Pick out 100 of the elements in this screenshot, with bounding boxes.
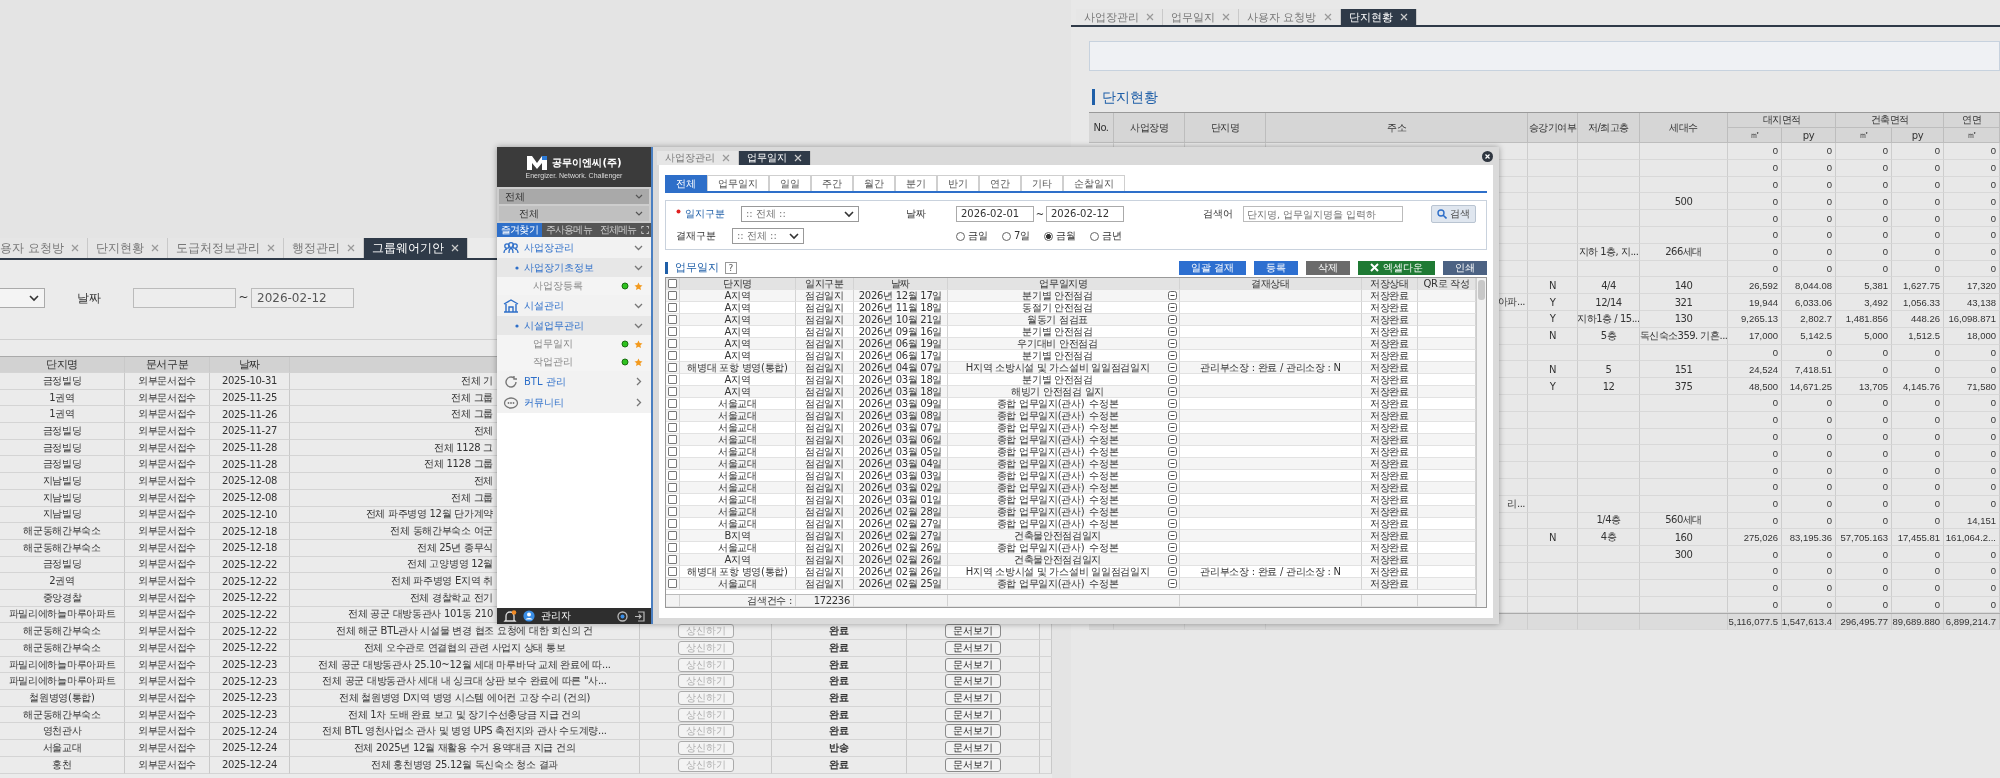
menu-item[interactable]: BTL 관리 bbox=[497, 371, 651, 392]
checkbox[interactable] bbox=[668, 315, 677, 324]
menu-tab[interactable]: 주사용메뉴 bbox=[541, 223, 596, 237]
minus-square-icon[interactable] bbox=[1168, 351, 1177, 360]
minus-square-icon[interactable] bbox=[1168, 375, 1177, 384]
menu-item[interactable]: 작업관리 bbox=[497, 353, 651, 371]
close-icon[interactable] bbox=[794, 154, 802, 162]
minus-square-icon[interactable] bbox=[1168, 483, 1177, 492]
select-field[interactable]: 전체 bbox=[499, 189, 649, 204]
view-button[interactable]: 문서보기 bbox=[945, 674, 1001, 689]
select-field[interactable]: 전체 bbox=[499, 206, 649, 221]
checkbox[interactable] bbox=[668, 531, 677, 540]
tab[interactable]: 업무일지 bbox=[739, 151, 811, 165]
help-button[interactable]: ? bbox=[725, 261, 737, 274]
menu-item[interactable]: 시설관리 bbox=[497, 295, 651, 316]
tab[interactable]: 전체 bbox=[665, 175, 707, 191]
menu-tab[interactable]: 전체메뉴 bbox=[595, 223, 641, 237]
checkbox[interactable] bbox=[668, 459, 677, 468]
scrollbar[interactable] bbox=[1476, 278, 1486, 607]
checkbox[interactable] bbox=[668, 423, 677, 432]
logout-icon[interactable] bbox=[634, 610, 645, 622]
minus-square-icon[interactable] bbox=[1168, 387, 1177, 396]
star-icon[interactable] bbox=[634, 339, 643, 349]
view-button[interactable]: 문서보기 bbox=[945, 624, 1001, 639]
action-button[interactable]: 엑셀다운 bbox=[1358, 260, 1435, 275]
checkbox[interactable] bbox=[668, 327, 677, 336]
menu-item[interactable]: 사업장등록 bbox=[497, 277, 651, 295]
view-button[interactable]: 문서보기 bbox=[945, 657, 1001, 672]
tab[interactable]: 행정관리 bbox=[283, 238, 364, 258]
checkbox[interactable] bbox=[668, 543, 677, 552]
checkbox[interactable] bbox=[668, 351, 677, 360]
select-field[interactable] bbox=[0, 288, 45, 308]
checkbox[interactable] bbox=[668, 435, 677, 444]
checkbox[interactable] bbox=[668, 279, 677, 288]
tab[interactable]: 도급처정보관리 bbox=[167, 238, 284, 258]
minus-square-icon[interactable] bbox=[1168, 495, 1177, 504]
tab[interactable]: 반기 bbox=[937, 175, 979, 191]
tab[interactable]: 기타 bbox=[1021, 175, 1063, 191]
checkbox[interactable] bbox=[668, 399, 677, 408]
checkbox[interactable] bbox=[668, 303, 677, 312]
view-button[interactable]: 문서보기 bbox=[945, 724, 1001, 739]
action-button[interactable]: 인쇄 bbox=[1443, 260, 1487, 275]
checkbox[interactable] bbox=[668, 519, 677, 528]
menu-item[interactable]: 사업장기초정보 bbox=[497, 258, 651, 277]
view-button[interactable]: 문서보기 bbox=[945, 757, 1001, 772]
search-button[interactable]: 검색 bbox=[1431, 205, 1476, 223]
checkbox[interactable] bbox=[668, 339, 677, 348]
date-field[interactable]: 2026-02-12 bbox=[251, 288, 354, 308]
radio-button[interactable] bbox=[1090, 231, 1100, 241]
tab[interactable]: 월간 bbox=[853, 175, 895, 191]
tab[interactable]: 일일 bbox=[769, 175, 811, 191]
checkbox[interactable] bbox=[668, 507, 677, 516]
menu-item[interactable]: 업무일지 bbox=[497, 335, 651, 353]
tab[interactable]: 단지현황 bbox=[1340, 9, 1417, 25]
minus-square-icon[interactable] bbox=[1168, 567, 1177, 576]
date-field[interactable]: 2026-02-01 bbox=[956, 206, 1034, 222]
radio-button[interactable] bbox=[1044, 231, 1054, 241]
radio-button[interactable] bbox=[1002, 231, 1011, 241]
view-button[interactable]: 문서보기 bbox=[945, 690, 1001, 705]
radio-button[interactable] bbox=[956, 231, 965, 241]
minus-square-icon[interactable] bbox=[1168, 399, 1177, 408]
close-icon[interactable] bbox=[450, 244, 459, 252]
checkbox[interactable] bbox=[668, 387, 677, 396]
expand-icon[interactable] bbox=[640, 224, 649, 236]
minus-square-icon[interactable] bbox=[1168, 579, 1177, 588]
close-icon[interactable] bbox=[1399, 13, 1408, 21]
minus-square-icon[interactable] bbox=[1168, 447, 1177, 456]
minus-square-icon[interactable] bbox=[1168, 459, 1177, 468]
minus-square-icon[interactable] bbox=[1168, 507, 1177, 516]
action-button[interactable]: 삭제 bbox=[1306, 260, 1350, 275]
checkbox[interactable] bbox=[668, 447, 677, 456]
minus-square-icon[interactable] bbox=[1168, 363, 1177, 372]
menu-tab[interactable]: 즐겨찾기 bbox=[497, 223, 542, 237]
tab[interactable]: 용자 요청방 bbox=[0, 238, 88, 258]
action-button[interactable]: 등록 bbox=[1254, 260, 1298, 275]
star-icon[interactable] bbox=[634, 281, 643, 291]
minus-square-icon[interactable] bbox=[1168, 423, 1177, 432]
checkbox[interactable] bbox=[668, 291, 677, 300]
view-button[interactable]: 문서보기 bbox=[945, 640, 1001, 655]
minus-square-icon[interactable] bbox=[1168, 531, 1177, 540]
settings-icon[interactable] bbox=[617, 610, 628, 622]
view-button[interactable]: 문서보기 bbox=[945, 740, 1001, 755]
checkbox[interactable] bbox=[668, 579, 677, 588]
minus-square-icon[interactable] bbox=[1168, 543, 1177, 552]
minus-square-icon[interactable] bbox=[1168, 519, 1177, 528]
minus-square-icon[interactable] bbox=[1168, 291, 1177, 300]
menu-item[interactable]: 커뮤니티 bbox=[497, 392, 651, 413]
checkbox[interactable] bbox=[668, 363, 677, 372]
select-field[interactable]: :: 전체 :: bbox=[732, 228, 804, 244]
tab[interactable]: 주간 bbox=[811, 175, 853, 191]
minus-square-icon[interactable] bbox=[1168, 327, 1177, 336]
action-button[interactable]: 일괄 결재 bbox=[1178, 260, 1246, 275]
tab[interactable]: 단지현황 bbox=[87, 238, 168, 258]
checkbox[interactable] bbox=[668, 375, 677, 384]
checkbox[interactable] bbox=[668, 471, 677, 480]
minus-square-icon[interactable] bbox=[1168, 471, 1177, 480]
star-icon[interactable] bbox=[634, 357, 643, 367]
date-field[interactable] bbox=[133, 288, 236, 308]
checkbox[interactable] bbox=[668, 555, 677, 564]
tab[interactable]: 사업장관리 bbox=[657, 151, 739, 165]
